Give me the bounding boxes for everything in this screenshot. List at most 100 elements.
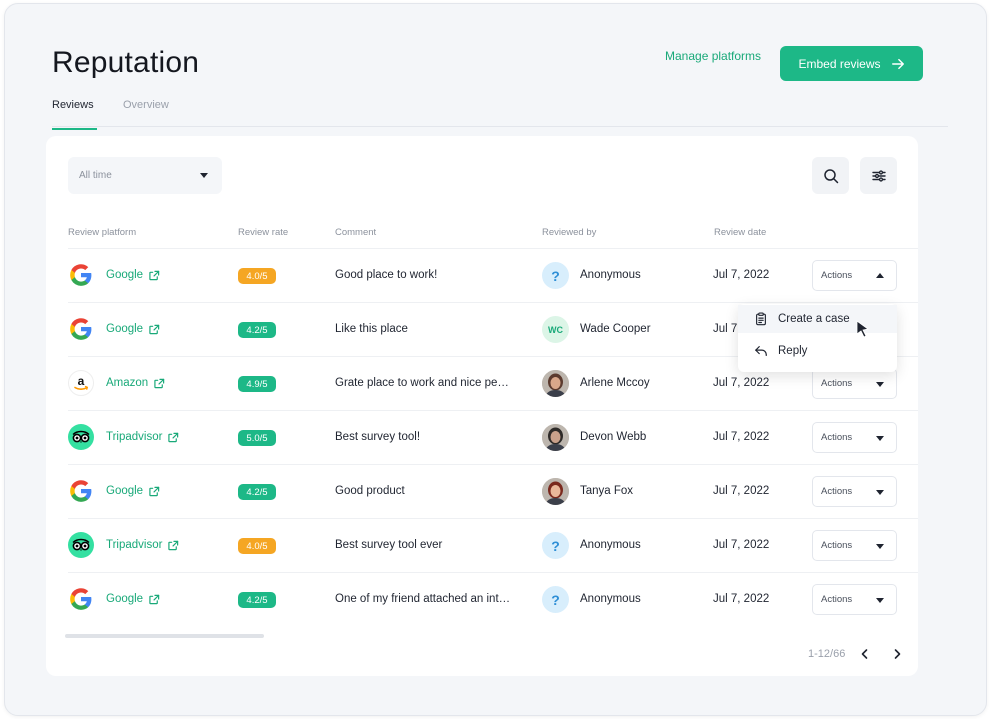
table-row: Google 4.0/5 Good place to work! ? Anony… (68, 248, 918, 302)
user-photo-avatar (542, 370, 569, 397)
search-button[interactable] (812, 157, 849, 194)
platform-link[interactable]: Google (106, 269, 160, 281)
platform-link[interactable]: Amazon (106, 377, 165, 389)
rating-badge: 4.0/5 (238, 268, 276, 284)
reviewer-name: Devon Webb (580, 431, 647, 443)
review-date: Jul 7, 2022 (713, 431, 770, 443)
external-link-icon (149, 324, 160, 334)
external-link-icon (154, 378, 165, 388)
review-comment: One of my friend attached an interesting… (335, 593, 515, 605)
table-row: Google 4.2/5 Good product Tanya Fox Jul … (68, 464, 918, 518)
external-link-icon (168, 432, 179, 442)
review-comment: Good product (335, 485, 405, 497)
platform-link[interactable]: Google (106, 323, 160, 335)
external-link-icon (168, 540, 179, 550)
chevron-right-icon[interactable] (890, 647, 904, 661)
reviewer-name: Anonymous (580, 593, 641, 605)
rating-badge: 4.0/5 (238, 538, 276, 554)
reviews-card: All time Review platform Review rate Com… (46, 136, 918, 676)
external-link-icon (149, 486, 160, 496)
actions-button[interactable]: Actions (812, 530, 897, 561)
anonymous-avatar: ? (542, 586, 569, 613)
platform-link[interactable]: Google (106, 485, 160, 497)
review-date: Jul 7, 2022 (713, 539, 770, 551)
review-comment: Grate place to work and nice people arou… (335, 377, 515, 389)
actions-button[interactable]: Actions (812, 368, 897, 399)
page-title: Reputation (52, 46, 200, 79)
reviewer-name: Anonymous (580, 539, 641, 551)
tab-overview[interactable]: Overview (123, 99, 169, 111)
rating-badge: 5.0/5 (238, 430, 276, 446)
embed-reviews-label: Embed reviews (798, 56, 881, 71)
google-logo-icon (68, 316, 94, 342)
actions-button[interactable]: Actions (812, 584, 897, 615)
horizontal-scrollbar[interactable] (65, 634, 264, 638)
platform-link[interactable]: Tripadvisor (106, 539, 179, 551)
actions-label: Actions (821, 486, 853, 497)
chevron-down-icon (876, 436, 884, 441)
review-date: Jul 7, 2022 (713, 485, 770, 497)
col-header-rate: Review rate (238, 227, 289, 238)
mouse-pointer-icon (856, 320, 869, 338)
google-logo-icon (68, 478, 94, 504)
rating-badge: 4.2/5 (238, 484, 276, 500)
rating-badge: 4.2/5 (238, 592, 276, 608)
menu-item-create-case[interactable]: Create a case (738, 305, 897, 333)
actions-label: Actions (821, 432, 853, 443)
col-header-date: Review date (714, 227, 767, 238)
reply-icon (755, 346, 767, 356)
review-comment: Best survey tool! (335, 431, 421, 443)
google-logo-icon (68, 586, 94, 612)
arrow-right-icon (891, 58, 904, 69)
actions-label: Actions (821, 270, 853, 281)
reviewer-name: Arlene Mccoy (580, 377, 650, 389)
reviewer-name: Anonymous (580, 269, 641, 281)
embed-reviews-button[interactable]: Embed reviews (780, 46, 923, 81)
anonymous-avatar: ? (542, 532, 569, 559)
table-row: Tripadvisor 5.0/5 Best survey tool! Devo… (68, 410, 918, 464)
review-comment: Good place to work! (335, 269, 438, 281)
filter-settings-button[interactable] (860, 157, 897, 194)
chevron-down-icon (876, 382, 884, 387)
rating-badge: 4.2/5 (238, 322, 276, 338)
tripadvisor-logo-icon (68, 532, 94, 558)
chevron-down-icon (200, 173, 208, 178)
reviewer-name: Tanya Fox (580, 485, 634, 497)
external-link-icon (149, 594, 160, 604)
tab-bar: Reviews Overview (52, 99, 948, 130)
search-icon (823, 168, 838, 183)
platform-link[interactable]: Google (106, 593, 160, 605)
actions-button[interactable]: Actions (812, 422, 897, 453)
google-logo-icon (68, 262, 94, 288)
external-link-icon (149, 270, 160, 280)
amazon-logo-icon: a (68, 370, 94, 396)
menu-item-label: Reply (778, 345, 808, 357)
tab-reviews[interactable]: Reviews (52, 99, 94, 111)
reviewer-name: Wade Cooper (580, 323, 651, 335)
rating-badge: 4.9/5 (238, 376, 276, 392)
review-comment: Best survey tool ever (335, 539, 443, 551)
active-tab-indicator (52, 128, 97, 130)
chevron-up-icon (876, 273, 884, 278)
actions-button[interactable]: Actions (812, 476, 897, 507)
actions-button[interactable]: Actions (812, 260, 897, 291)
col-header-comment: Comment (335, 227, 377, 238)
time-filter-select[interactable]: All time (68, 157, 222, 194)
initials-avatar: WC (542, 316, 569, 343)
menu-item-reply[interactable]: Reply (738, 337, 897, 365)
chevron-left-icon[interactable] (858, 647, 872, 661)
sliders-icon (871, 169, 886, 182)
manage-platforms-link[interactable]: Manage platforms (665, 49, 761, 63)
chevron-down-icon (876, 544, 884, 549)
col-header-reviewer: Reviewed by (542, 227, 597, 238)
anonymous-avatar: ? (542, 262, 569, 289)
actions-dropdown-menu: Create a case Reply (738, 304, 897, 372)
table-row: Google 4.2/5 One of my friend attached a… (68, 572, 918, 626)
review-date: Jul 7, 2022 (713, 377, 770, 389)
user-photo-avatar (542, 424, 569, 451)
review-date: Jul 7, 2022 (713, 269, 770, 281)
platform-link[interactable]: Tripadvisor (106, 431, 179, 443)
actions-label: Actions (821, 594, 853, 605)
user-photo-avatar (542, 478, 569, 505)
chevron-down-icon (876, 490, 884, 495)
